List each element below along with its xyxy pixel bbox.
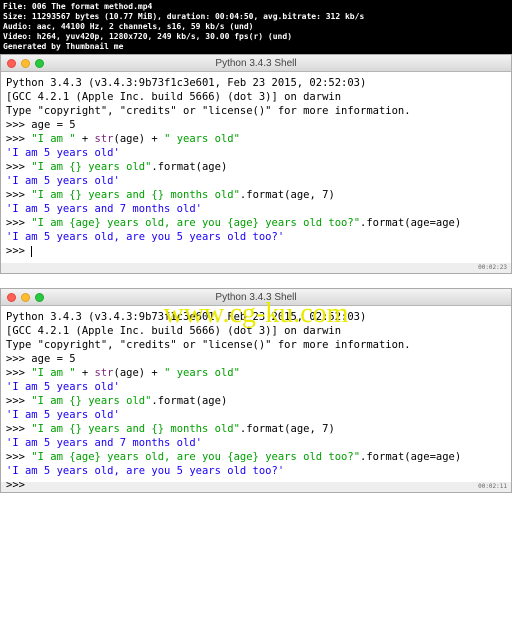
audio-value: aac, 44100 Hz, 2 channels, s16, 59 kb/s … xyxy=(37,22,254,31)
file-label: File: xyxy=(3,2,27,11)
video-value: h264, yuv420p, 1280x720, 249 kb/s, 30.00… xyxy=(37,32,292,41)
titlebar-2: Python 3.4.3 Shell xyxy=(1,289,511,306)
window-title-2: Python 3.4.3 Shell xyxy=(1,292,511,303)
window-title-1: Python 3.4.3 Shell xyxy=(1,58,511,69)
terminal-body-1[interactable]: Python 3.4.3 (v3.4.3:9b73f1c3e601, Feb 2… xyxy=(1,72,511,263)
video-metadata-header: File: 006 The format method.mp4 Size: 11… xyxy=(0,0,512,54)
generated-by: Generated by Thumbnail me xyxy=(3,42,123,51)
gcc-line: [GCC 4.2.1 (Apple Inc. build 5666) (dot … xyxy=(6,90,506,104)
size-value: 11293567 bytes (10.77 MiB), duration: 00… xyxy=(32,12,364,21)
gcc-line-2: [GCC 4.2.1 (Apple Inc. build 5666) (dot … xyxy=(6,324,506,338)
cursor-icon xyxy=(31,246,32,257)
version-line: Python 3.4.3 (v3.4.3:9b73f1c3e601, Feb 2… xyxy=(6,76,506,90)
prompt: >>> xyxy=(6,119,25,131)
audio-label: Audio: xyxy=(3,22,32,31)
help-line-2: Type "copyright", "credits" or "license(… xyxy=(6,338,506,352)
size-label: Size: xyxy=(3,12,27,21)
titlebar-1: Python 3.4.3 Shell xyxy=(1,55,511,72)
result-2: 'I am 5 years old' xyxy=(6,174,506,188)
terminal-body-2[interactable]: Python 3.4.3 (v3.4.3:9b73f1c3e601, Feb 2… xyxy=(1,306,511,482)
spacer xyxy=(0,274,512,288)
version-line-2: Python 3.4.3 (v3.4.3:9b73f1c3e601, Feb 2… xyxy=(6,310,506,324)
result-3: 'I am 5 years and 7 months old' xyxy=(6,202,506,216)
python-shell-window-1: Python 3.4.3 Shell Python 3.4.3 (v3.4.3:… xyxy=(0,54,512,274)
file-value: 006 The format method.mp4 xyxy=(32,2,152,11)
timestamp-1: 00:02:23 xyxy=(1,263,511,273)
result-4: 'I am 5 years old, are you 5 years old t… xyxy=(6,230,506,244)
result-1: 'I am 5 years old' xyxy=(6,146,506,160)
python-shell-window-2: Python 3.4.3 Shell Python 3.4.3 (v3.4.3:… xyxy=(0,288,512,493)
help-line: Type "copyright", "credits" or "license(… xyxy=(6,104,506,118)
video-label: Video: xyxy=(3,32,32,41)
